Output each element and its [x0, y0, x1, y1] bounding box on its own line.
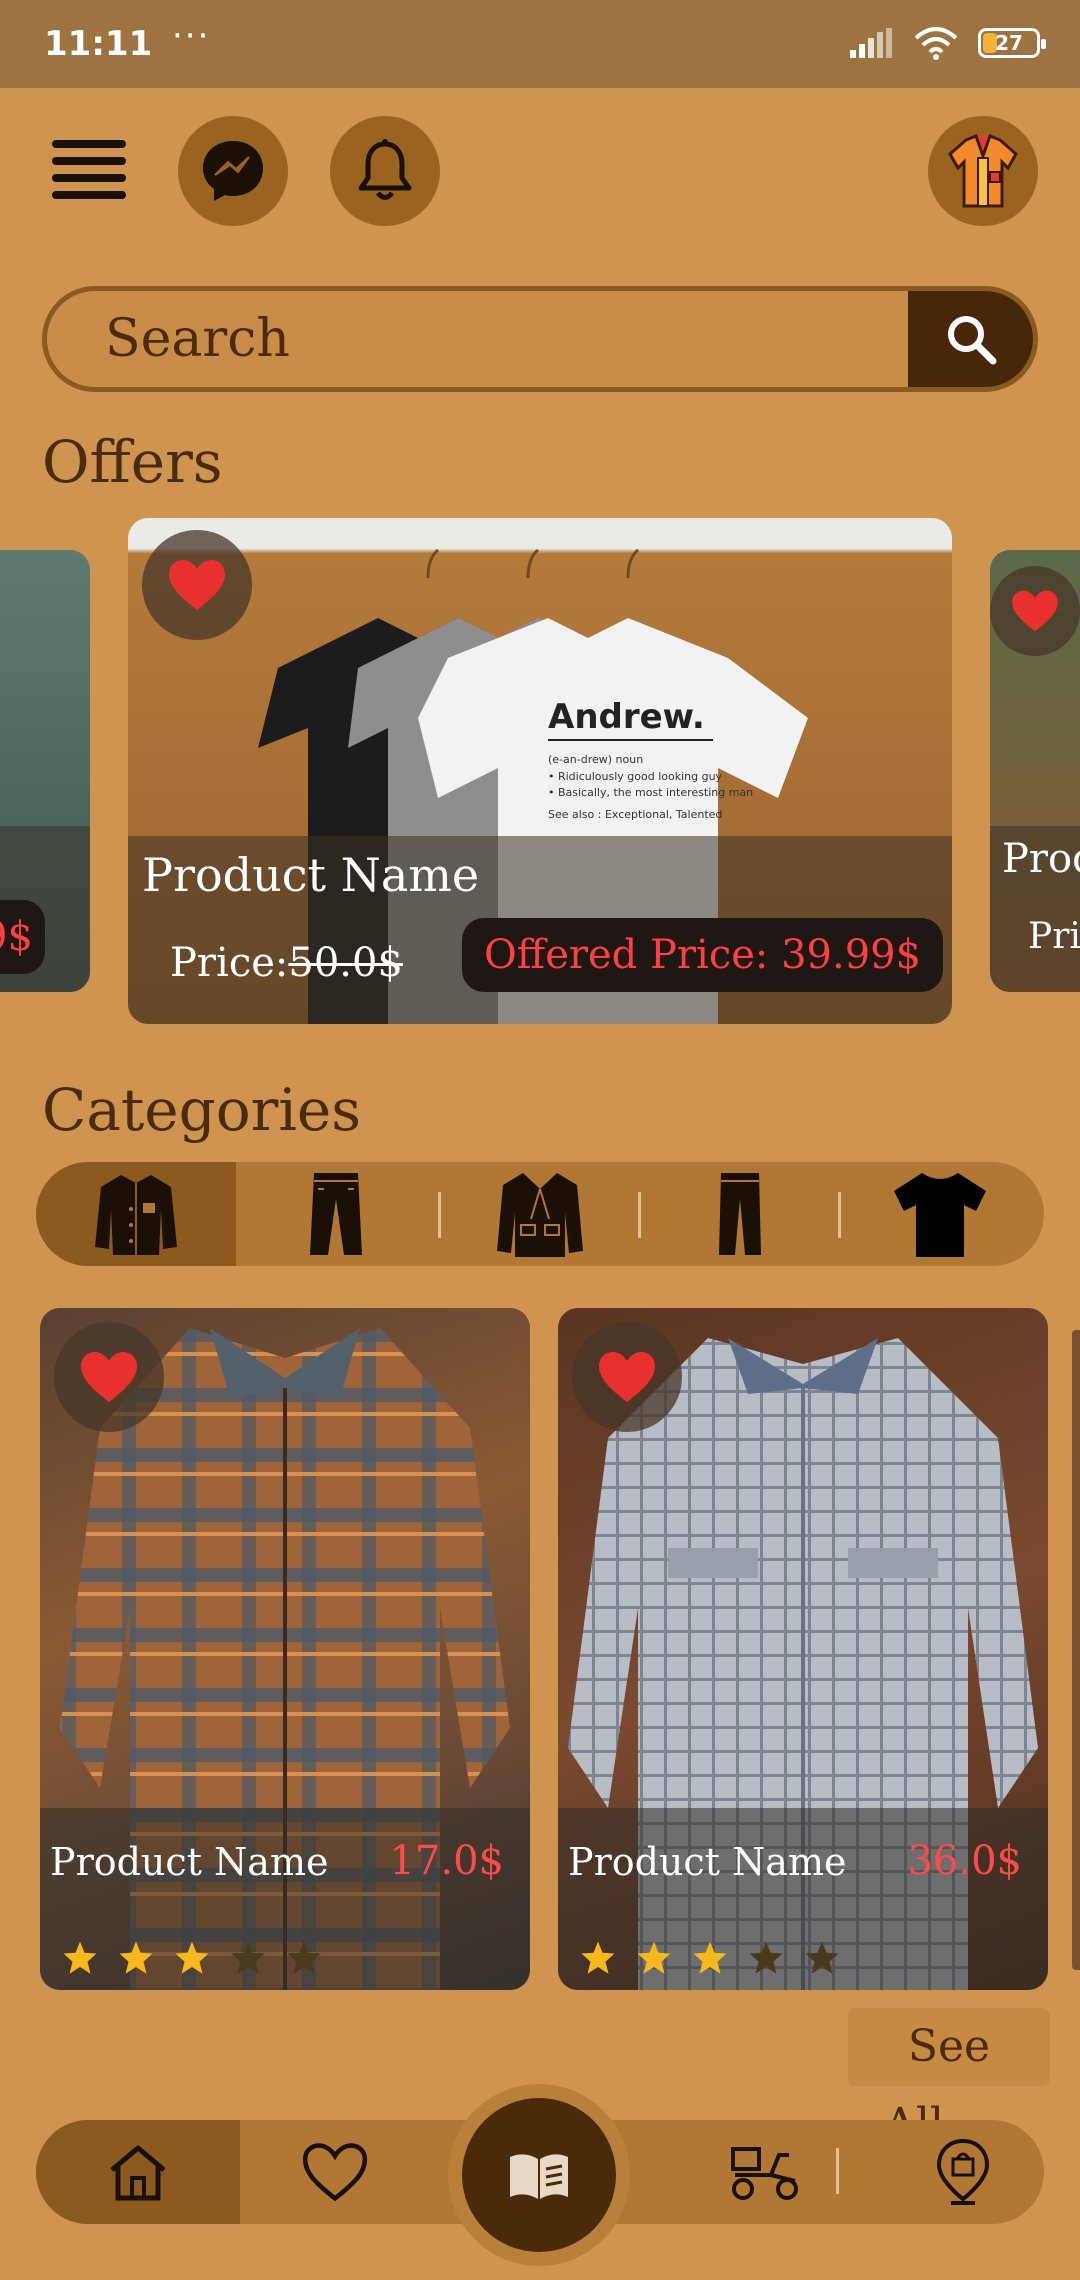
star-filled-icon — [693, 1941, 727, 1974]
svg-text:• Basically, the most interest: • Basically, the most interesting man — [548, 786, 753, 799]
status-more-dots: ··· — [172, 16, 211, 56]
offer-card[interactable]: Prod Pric — [990, 550, 1080, 992]
favorite-button[interactable] — [142, 530, 252, 640]
favorite-button[interactable] — [54, 1322, 164, 1432]
catalog-icon — [510, 2154, 568, 2199]
category-selector — [36, 1162, 1044, 1266]
rating-stars — [580, 1940, 840, 1976]
notifications-button[interactable] — [330, 116, 440, 226]
favorite-button[interactable] — [572, 1322, 682, 1432]
heart-icon — [302, 2143, 368, 2202]
bell-icon — [358, 139, 412, 200]
nav-location[interactable] — [868, 2120, 1044, 2224]
status-time: 11:11 — [44, 24, 153, 64]
category-jacket[interactable] — [36, 1162, 236, 1266]
heart-icon — [1012, 590, 1058, 632]
offer-card[interactable]: 9$ — [0, 550, 90, 992]
offer-price-fragment: Pric — [1028, 916, 1080, 957]
home-icon — [110, 2145, 166, 2201]
next-product-card-edge — [1072, 1330, 1080, 1970]
coat-icon — [497, 1173, 583, 1257]
nav-favorites[interactable] — [240, 2120, 430, 2224]
svg-text:(e-an-drew) noun: (e-an-drew) noun — [548, 753, 643, 766]
battery-level: 27 — [995, 31, 1023, 55]
product-card[interactable]: Product Name 36.0$ — [558, 1308, 1048, 1990]
nav-catalog-button[interactable] — [462, 2098, 616, 2252]
shirt-avatar-icon — [948, 134, 1018, 208]
tshirt-icon — [894, 1173, 986, 1257]
category-jeans[interactable] — [640, 1162, 840, 1266]
star-empty-icon — [749, 1941, 783, 1974]
status-bar: 11:11 ··· 27 — [0, 0, 1080, 88]
messenger-icon — [203, 141, 263, 201]
product-card[interactable]: Product Name 17.0$ — [40, 1308, 530, 1990]
menu-icon[interactable] — [52, 140, 126, 200]
battery-icon: 27 — [978, 28, 1046, 58]
wifi-icon — [914, 27, 958, 60]
signal-icon — [850, 28, 892, 58]
star-filled-icon — [63, 1941, 97, 1974]
jacket-icon — [95, 1175, 177, 1255]
star-filled-icon — [581, 1941, 615, 1974]
star-empty-icon — [231, 1941, 265, 1974]
offer-card[interactable]: Andrew. (e-an-drew) noun • Ridiculously … — [128, 518, 952, 1024]
offered-price-badge: Offered Price: 39.99$ — [462, 918, 944, 992]
offer-product-name: Product Name — [142, 848, 480, 902]
heart-icon — [81, 1352, 137, 1402]
svg-text:See also : Exceptional, Talent: See also : Exceptional, Talented — [548, 808, 722, 821]
product-name: Product Name — [568, 1840, 847, 1884]
profile-avatar[interactable] — [928, 116, 1038, 226]
star-filled-icon — [637, 1941, 671, 1974]
product-price: 17.0$ — [389, 1838, 504, 1884]
search-icon — [947, 316, 996, 365]
see-all-link[interactable]: See All..... — [848, 2008, 1050, 2150]
offers-heading: Offers — [42, 428, 223, 496]
jeans-icon — [719, 1173, 761, 1255]
svg-text:• Ridiculously good looking gu: • Ridiculously good looking guy — [548, 770, 723, 783]
price-label: Price: — [170, 940, 289, 986]
offer-price-fragment: 9$ — [0, 900, 45, 974]
rating-stars — [62, 1940, 322, 1976]
search-button[interactable] — [908, 291, 1033, 387]
star-filled-icon — [119, 1941, 153, 1974]
star-empty-icon — [287, 1941, 321, 1974]
heart-icon — [169, 560, 225, 610]
star-empty-icon — [805, 1941, 839, 1974]
offer-product-name: Prod — [1002, 836, 1080, 882]
heart-icon — [599, 1352, 655, 1402]
star-filled-icon — [175, 1941, 209, 1974]
search-input[interactable]: Search — [105, 309, 290, 369]
nav-home[interactable] — [36, 2120, 240, 2224]
product-price: 36.0$ — [907, 1838, 1022, 1884]
svg-text:Andrew.: Andrew. — [548, 697, 705, 737]
search-bar[interactable]: Search — [42, 286, 1038, 392]
location-bag-icon — [936, 2138, 990, 2205]
delivery-scooter-icon — [731, 2147, 798, 2200]
pants-icon — [310, 1173, 362, 1255]
offer-old-price: Price:50.0$ — [170, 940, 403, 986]
category-tshirt[interactable] — [840, 1162, 1040, 1266]
old-price-value: 50.0$ — [288, 940, 403, 986]
categories-heading: Categories — [42, 1076, 361, 1144]
messenger-button[interactable] — [178, 116, 288, 226]
category-coat[interactable] — [440, 1162, 640, 1266]
product-name: Product Name — [50, 1840, 329, 1884]
category-pants[interactable] — [236, 1162, 436, 1266]
favorite-button[interactable] — [990, 566, 1080, 656]
nav-delivery[interactable] — [670, 2120, 860, 2224]
